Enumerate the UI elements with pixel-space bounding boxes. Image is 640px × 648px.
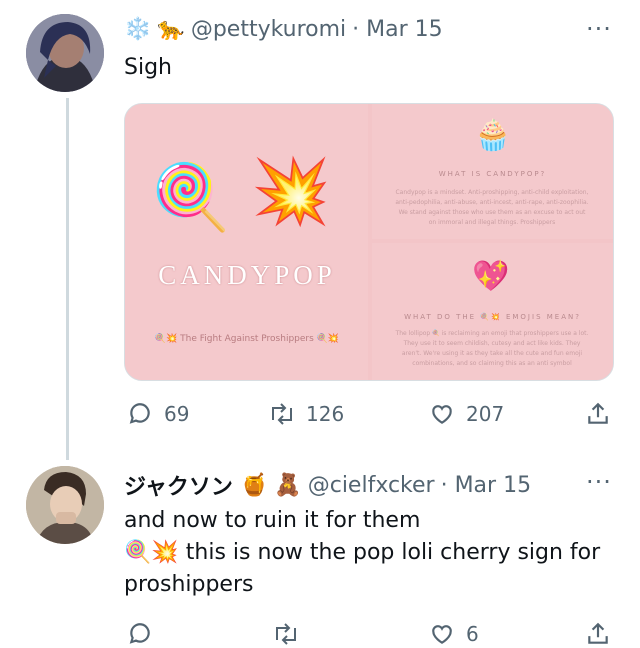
retweet-icon	[272, 620, 300, 648]
user-handle[interactable]: @pettykuromi	[191, 17, 346, 42]
tweet-date[interactable]: · Mar 15	[352, 17, 442, 42]
more-icon[interactable]: ···	[586, 15, 612, 43]
panel-title: WHAT IS CANDYPOP?	[438, 170, 547, 178]
like-icon	[428, 620, 456, 648]
reply-icon	[126, 620, 154, 648]
media-grid[interactable]: 🍭 💥 CANDYPOP 🍭💥 The Fight Against Proshi…	[124, 103, 614, 381]
cupcake-emoji: 🧁	[474, 118, 512, 153]
media-image-bottom-right[interactable]: 💖 WHAT DO THE 🍭💥 EMOJIS MEAN? The lollip…	[372, 243, 613, 380]
display-name[interactable]: ジャクソン	[124, 469, 233, 501]
like-button[interactable]: 6	[428, 620, 479, 648]
reply-button[interactable]: 69	[126, 400, 189, 428]
tagline: 🍭💥 The Fight Against Proshippers 🍭💥	[154, 334, 340, 344]
thread-line	[66, 98, 69, 460]
reply-button[interactable]	[126, 620, 164, 648]
avatar[interactable]	[26, 466, 104, 544]
panel-body: Candypop is a mindset. Anti-proshipping,…	[395, 189, 589, 226]
badge-emoji: 🍯	[240, 472, 269, 498]
badge-emoji: 🐆	[157, 17, 185, 42]
sparkling-heart-emoji: 💖	[472, 259, 510, 294]
like-button[interactable]: 207	[428, 400, 504, 428]
like-count: 207	[466, 402, 505, 426]
panel-title: WHAT DO THE 🍭💥 EMOJIS MEAN?	[404, 313, 581, 321]
tweet-header: ❄️ 🐆 @pettykuromi · Mar 15	[124, 17, 443, 42]
tweet-text: Sigh	[124, 55, 172, 80]
tweet-header: ジャクソン 🍯 🧸 @cielfxcker · Mar 15	[124, 469, 531, 501]
reply-count: 69	[164, 402, 190, 426]
like-count: 6	[466, 622, 479, 646]
candypop-logo: CANDYPOP	[158, 260, 336, 290]
media-image-left[interactable]: 🍭 💥 CANDYPOP 🍭💥 The Fight Against Proshi…	[125, 104, 368, 380]
user-handle[interactable]: @cielfxcker	[308, 473, 435, 498]
share-icon	[584, 620, 612, 648]
reply-icon	[126, 400, 154, 428]
share-button[interactable]	[584, 620, 622, 648]
panel-body: The lollipop 🍭 is reclaiming an emoji th…	[395, 330, 589, 367]
badge-emoji: ❄️	[124, 17, 152, 42]
tweet-line-text: this is now the pop loli cherry sign for…	[124, 540, 601, 597]
badge-emoji: 🧸	[274, 472, 302, 498]
tweet-line: and now to ruin it for them	[124, 508, 421, 533]
collision-emoji: 💥	[251, 155, 331, 229]
share-icon	[584, 400, 612, 428]
tweet-text: and now to ruin it for them 🍭💥 this is n…	[124, 505, 624, 601]
more-icon[interactable]: ···	[586, 468, 612, 496]
retweet-button[interactable]	[272, 620, 310, 648]
lollipop-emoji: 🍭	[151, 161, 231, 235]
retweet-count: 126	[306, 402, 345, 426]
share-button[interactable]	[584, 400, 622, 428]
tweet-date[interactable]: · Mar 15	[441, 473, 531, 498]
tweet-line: 🍭💥 this is now the pop loli cherry sign …	[124, 537, 624, 601]
tweet-emojis: 🍭💥	[124, 540, 179, 565]
media-image-top-right[interactable]: 🧁 WHAT IS CANDYPOP? Candypop is a mindse…	[372, 104, 613, 239]
like-icon	[428, 400, 456, 428]
retweet-icon	[268, 400, 296, 428]
avatar[interactable]	[26, 14, 104, 92]
retweet-button[interactable]: 126	[268, 400, 344, 428]
